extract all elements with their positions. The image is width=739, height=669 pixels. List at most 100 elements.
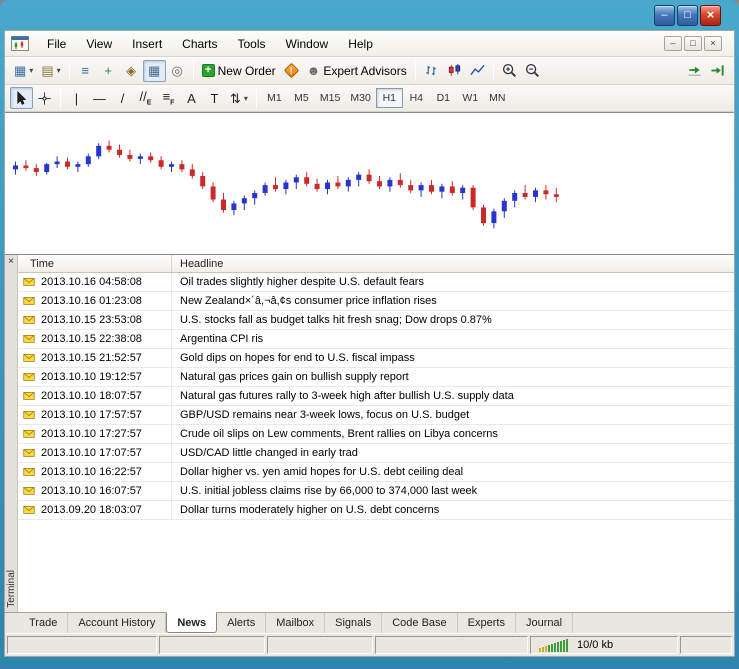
timeframe-w1[interactable]: W1 [457,88,484,108]
vertical-line-button[interactable]: | [65,87,88,109]
metaeditor-button[interactable]: ! [280,60,303,82]
tab-news[interactable]: News [166,612,218,633]
news-row[interactable]: 2013.10.10 17:27:57 Crude oil slips on Le… [18,425,734,444]
fibonacci-button[interactable]: ≡F [157,87,180,109]
menu-file[interactable]: File [37,33,76,55]
strategy-tester-button[interactable]: ◎ [166,60,189,82]
news-row[interactable]: 2013.10.10 16:22:57 Dollar higher vs. yen… [18,463,734,482]
tab-journal[interactable]: Journal [516,613,574,633]
dropdown-arrow-icon[interactable]: ▾ [29,66,33,75]
titlebar[interactable]: – □ × [4,0,735,30]
status-cell-2 [159,636,265,654]
data-window-button[interactable]: + [97,60,120,82]
menu-charts[interactable]: Charts [172,33,227,55]
status-cell-1 [7,636,157,654]
dropdown-arrow-icon[interactable]: ▾ [244,94,248,103]
status-cell-3 [267,636,373,654]
terminal-button[interactable]: ▦ [142,59,166,82]
mail-icon [23,373,35,381]
news-row[interactable]: 2013.10.10 17:57:57 GBP/USD remains near … [18,406,734,425]
candlestick-chart-button[interactable] [443,60,466,82]
window-minimize-button[interactable]: – [654,4,675,26]
news-time: 2013.10.10 16:07:57 [41,485,142,497]
chart-shift-button[interactable] [706,60,729,82]
zoom-in-button[interactable] [498,60,521,82]
tab-account-history[interactable]: Account History [68,613,167,633]
column-header-time[interactable]: Time [18,255,172,272]
timeframe-mn[interactable]: MN [484,88,511,108]
news-row[interactable]: 2013.10.10 18:07:57 Natural gas futures r… [18,387,734,406]
mail-icon [23,449,35,457]
news-headline: U.S. initial jobless claims rise by 66,0… [180,485,478,497]
timeframe-m30[interactable]: M30 [345,88,375,108]
cursor-icon [17,90,27,105]
tab-alerts[interactable]: Alerts [217,613,267,633]
news-row[interactable]: 2013.10.15 22:38:08 Argentina CPI ris [18,330,734,349]
trendline-button[interactable]: / [111,87,134,109]
zoom-out-button[interactable] [521,60,544,82]
arrows-button[interactable]: ⇅ ▾ [226,87,252,109]
line-chart-button[interactable] [466,60,489,82]
news-row[interactable]: 2013.10.16 01:23:08 New Zealand×´â,¬â,¢s … [18,292,734,311]
navigator-button[interactable]: ◈ [120,60,143,82]
news-row[interactable]: 2013.10.15 21:52:57 Gold dips on hopes fo… [18,349,734,368]
terminal-close-button[interactable]: × [8,255,14,268]
timeframe-d1[interactable]: D1 [430,88,457,108]
news-row[interactable]: 2013.09.20 18:03:07 Dollar turns moderate… [18,501,734,520]
news-row[interactable]: 2013.10.10 19:12:57 Natural gas prices ga… [18,368,734,387]
chart-shift-icon [711,65,724,76]
candlestick-chart[interactable] [5,112,734,255]
horizontal-line-button[interactable]: — [88,87,111,109]
auto-scroll-button[interactable] [683,60,706,82]
menu-insert[interactable]: Insert [122,33,172,55]
timeframe-h4[interactable]: H4 [403,88,430,108]
market-watch-button[interactable]: ≡ [74,60,97,82]
menu-window[interactable]: Window [276,33,339,55]
mail-icon [23,506,35,514]
mdi-minimize-button[interactable]: – [664,36,682,51]
tab-mailbox[interactable]: Mailbox [266,613,326,633]
column-header-headline[interactable]: Headline [172,255,734,272]
channel-button[interactable]: //E [134,87,157,109]
new-chart-button[interactable]: ▦ ▾ [10,60,37,82]
timeframe-m1[interactable]: M1 [261,88,288,108]
expert-advisors-button-label: Expert Advisors [323,63,407,78]
news-time-cell: 2013.09.20 18:03:07 [18,501,172,519]
window-close-button[interactable]: × [700,4,721,26]
mdi-close-button[interactable]: × [704,36,722,51]
new-order-button[interactable]: + New Order [198,60,280,82]
news-time-cell: 2013.10.10 16:22:57 [18,463,172,481]
news-row[interactable]: 2013.10.10 17:07:57 USD/CAD little change… [18,444,734,463]
news-time: 2013.09.20 18:03:07 [41,504,142,516]
tab-code-base[interactable]: Code Base [382,613,458,633]
timeframe-m15[interactable]: M15 [315,88,345,108]
bar-chart-button[interactable] [420,60,443,82]
text-label-button[interactable]: T [203,87,226,109]
strategy-tester-icon: ◎ [171,63,183,78]
news-row[interactable]: 2013.10.10 16:07:57 U.S. initial jobless … [18,482,734,501]
menu-view[interactable]: View [76,33,122,55]
tab-signals[interactable]: Signals [325,613,383,633]
profiles-button[interactable]: ▤ ▾ [37,60,64,82]
window-restore-button[interactable]: □ [677,4,698,26]
news-row[interactable]: 2013.10.15 23:53:08 U.S. stocks fall as b… [18,311,734,330]
tab-trade[interactable]: Trade [19,613,69,633]
cursor-button[interactable] [10,87,33,109]
text-button[interactable]: A [180,87,203,109]
titlebar-buttons: – □ × [654,4,721,26]
news-rows: 2013.10.16 04:58:08 Oil trades slightly h… [18,273,734,612]
trendline-icon: / [120,90,125,106]
menu-tools[interactable]: Tools [228,33,276,55]
mdi-restore-button[interactable]: □ [684,36,702,51]
tab-experts[interactable]: Experts [458,613,516,633]
timeframe-h1[interactable]: H1 [375,88,403,108]
mail-icon [23,278,35,286]
expert-advisors-icon: ☻ [306,63,321,78]
conn-bar [545,646,547,652]
dropdown-arrow-icon[interactable]: ▾ [57,66,61,75]
timeframe-m5[interactable]: M5 [288,88,315,108]
menu-help[interactable]: Help [338,33,383,55]
expert-advisors-button[interactable]: ☻ Expert Advisors [303,60,411,82]
news-row[interactable]: 2013.10.16 04:58:08 Oil trades slightly h… [18,273,734,292]
crosshair-button[interactable] [33,87,56,109]
